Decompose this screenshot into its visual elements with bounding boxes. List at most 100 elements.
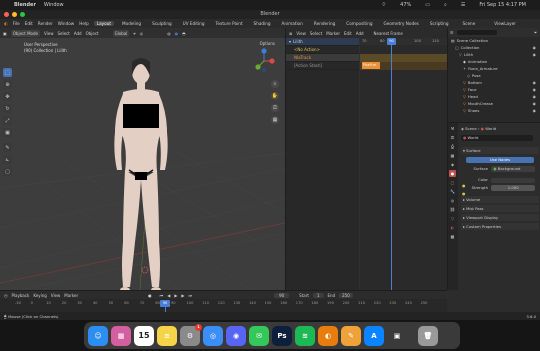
end-frame-field[interactable]: 250 [339,292,353,298]
discord-app-icon[interactable]: ◉ [226,325,246,346]
timeline-type-icon[interactable]: ◷ [4,293,8,298]
timeline-menu-playback[interactable]: Playback [12,293,30,298]
record-icon[interactable]: ● [148,293,152,298]
proportional-icon[interactable]: ◎ [140,31,144,36]
custom-properties-panel-header[interactable]: ▸ Custom Properties [461,223,539,230]
outliner-row[interactable]: ▽ MouthCrease ◉ [448,100,540,107]
nla-menu-add[interactable]: Add [356,31,364,36]
overlay-icon[interactable]: ◍ [167,31,171,36]
timeline-editor[interactable]: ◷ Playback Keying View Marker ● ⏮ ◀ ▶ ▶ … [0,290,447,313]
blender-app-icon[interactable]: ◐ [318,325,338,346]
tab-animation[interactable]: Animation [279,21,306,26]
menu-select[interactable]: Select [57,31,69,36]
timeline-menu-marker[interactable]: Marker [64,293,78,298]
cursor-tool-icon[interactable]: ⊕ [3,80,12,89]
viewport-display-panel-header[interactable]: ▸ Viewport Display [461,214,539,221]
menu-object[interactable]: Object [86,31,99,36]
select-box-tool-icon[interactable]: ⬚ [3,68,12,77]
output-tab-icon[interactable]: ⎙ [449,143,456,150]
visibility-eye-icon[interactable]: ◉ [533,52,536,57]
outliner-search-field[interactable] [457,30,498,35]
annotate-tool-icon[interactable]: ✎ [3,143,12,152]
menubar-clock[interactable]: Fri Sep 15 4:17 PM [479,2,526,8]
quick-look-app-icon[interactable]: ▣ [387,325,407,346]
system-settings-app-icon[interactable]: ⚙ 1 [180,323,202,346]
tab-sculpting[interactable]: Sculpting [149,21,175,26]
notes-app-icon[interactable]: ≡ [157,325,177,346]
search-icon[interactable]: ⌕ [444,2,447,8]
outliner-row[interactable]: ▢ Collection ◉ [448,44,540,51]
channel-nla-track[interactable]: NlaTrack [286,54,359,62]
nla-menu-select[interactable]: Select [310,31,322,36]
visibility-eye-icon[interactable]: ◉ [533,80,536,85]
battery-percent[interactable]: 47% [400,2,411,8]
outliner-row[interactable]: ◆ Animation [448,58,540,65]
nla-editor[interactable]: ≣ View Select Marker Edit Add Nearest Fr… [285,28,447,290]
menu-window[interactable]: Window [58,21,75,26]
tab-uv-editing[interactable]: UV Editing [180,21,208,26]
snap-icon[interactable]: ⌖ [133,31,135,36]
channel-action-line[interactable]: <No Action> [286,46,359,54]
outliner-row[interactable]: ▽ Shoes ◉ [448,107,540,114]
control-center-icon[interactable]: ☰ [461,2,465,8]
outliner-row[interactable]: ▽ Head ◉ [448,93,540,100]
transform-orientation[interactable]: Global [112,29,130,37]
outliner-row[interactable]: ✦ Rune_Armature [448,65,540,72]
finder-app-icon[interactable]: ☺ [88,325,108,346]
safari-app-icon[interactable]: ◎ [203,325,223,346]
jump-end-icon[interactable]: ⏭ [188,293,192,298]
tab-geometry-nodes[interactable]: Geometry Nodes [381,21,422,26]
menubar-window-menu[interactable]: Window [44,2,64,8]
rotate-tool-icon[interactable]: ↻ [3,104,12,113]
current-frame-field[interactable]: 90 [274,292,290,298]
nla-editor-type-icon[interactable]: ≣ [289,31,292,36]
timeline-menu-keying[interactable]: Keying [33,293,46,298]
close-window-button[interactable] [4,12,9,17]
zoom-window-button[interactable] [20,12,25,17]
minimize-window-button[interactable] [12,12,17,17]
scale-tool-icon[interactable]: ⤢ [3,116,12,125]
tab-scripting[interactable]: Scripting [427,21,452,26]
filter-icon[interactable]: ⏷ [534,30,537,35]
messages-app-icon[interactable]: ✉ [249,325,269,346]
outliner-row[interactable]: ▽ Face ◉ [448,86,540,93]
scene-selector[interactable]: Scene [463,21,476,26]
mist-pass-panel-header[interactable]: ▸ Mist Pass [461,205,539,212]
calendar-app-icon[interactable]: 15 [134,325,154,346]
use-nodes-button[interactable]: Use Nodes [466,157,534,163]
expand-chevron-icon[interactable]: ▾ [289,39,291,44]
color-swatch[interactable] [491,177,536,183]
nla-strip[interactable]: Fbx9.m [362,62,380,69]
timeline-menu-view[interactable]: View [51,293,61,298]
outliner-row[interactable]: ▽ Bottom ◉ [448,79,540,86]
app-store-app-icon[interactable]: A [364,325,384,346]
editor-type-icon[interactable]: ▣ [3,31,7,36]
measure-tool-icon[interactable]: ⊾ [3,155,12,164]
tab-texture-paint[interactable]: Texture Paint [213,21,246,26]
photoshop-app-icon[interactable]: Ps [272,325,292,346]
outliner[interactable]: ☰ ⏷ ▤ Scene Collection ▢ Collection ◉ ▽ Lili… [447,28,540,122]
jump-start-icon[interactable]: ⏮ [160,293,164,298]
render-tab-icon[interactable]: ⎚ [449,134,456,141]
properties-editor[interactable]: ⚒ ⎚ ⎙ ▦ ◈ ● ▢ 🔧 ◎ ⛓ ▽ ◐ ▩ ◈ Scene › ● Wo… [447,122,540,290]
menu-edit[interactable]: Edit [25,21,33,26]
nla-menu-edit[interactable]: Edit [344,31,352,36]
outliner-row[interactable]: ▤ Scene Collection [448,37,540,44]
trash-app-icon[interactable]: 🗑 [418,325,438,346]
visibility-eye-icon[interactable]: ◉ [533,94,536,99]
pan-hand-icon[interactable]: ✋ [271,92,279,100]
3d-viewport[interactable]: ▣ Object Mode View Select Add Object Glo… [0,28,285,290]
camera-view-icon[interactable]: ⎚ [271,104,279,112]
texture-tab-icon[interactable]: ▩ [449,233,456,240]
visibility-eye-icon[interactable]: ◉ [533,101,536,106]
step-back-icon[interactable]: ◀ [167,293,170,298]
tab-compositing[interactable]: Compositing [343,21,375,26]
outliner-type-icon[interactable]: ☰ [450,30,453,35]
snap-mode-selector[interactable]: Nearest Frame [374,31,403,36]
zoom-icon[interactable]: ⌕ [271,80,279,88]
tab-layout[interactable]: Layout [93,21,115,26]
outliner-row[interactable]: ◇ Pose [448,72,540,79]
visibility-eye-icon[interactable]: ◉ [533,87,536,92]
channel-object[interactable]: ▾ Lilith [286,38,359,46]
strength-field[interactable]: 1.000 [491,185,536,191]
